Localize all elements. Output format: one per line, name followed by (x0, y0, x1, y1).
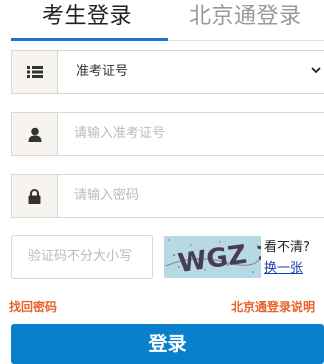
id-number-placeholder: 请输入准考证号 (74, 126, 166, 141)
user-icon (12, 113, 58, 155)
login-tabs: 考生登录 北京通登录 (0, 0, 324, 42)
captcha-input[interactable]: 验证码不分大小写 (11, 235, 153, 279)
captcha-refresh-link[interactable]: 换一张 (264, 257, 303, 276)
id-type-select[interactable]: 准考证号 (11, 50, 324, 94)
active-tab-indicator (11, 38, 168, 41)
id-type-value: 准考证号 (76, 64, 129, 79)
tab-candidate-login[interactable]: 考生登录 (42, 0, 132, 30)
login-button[interactable]: 登录 (11, 324, 324, 364)
chevron-down-icon (311, 67, 321, 74)
password-field[interactable]: 请输入密码 (11, 174, 324, 218)
id-number-field[interactable]: 请输入准考证号 (11, 112, 324, 156)
beijingtong-guide-link[interactable]: 北京通登录说明 (231, 298, 315, 315)
password-placeholder: 请输入密码 (74, 188, 140, 203)
tab-beijingtong-login[interactable]: 北京通登录 (189, 0, 302, 30)
captcha-placeholder: 验证码不分大小写 (28, 249, 133, 264)
lock-icon (12, 175, 58, 217)
captcha-image[interactable]: WGZ > (164, 236, 261, 278)
list-icon (12, 51, 58, 93)
captcha-unclear-label: 看不清? (264, 240, 310, 255)
forgot-password-link[interactable]: 找回密码 (9, 298, 57, 315)
tab-divider (168, 40, 324, 41)
